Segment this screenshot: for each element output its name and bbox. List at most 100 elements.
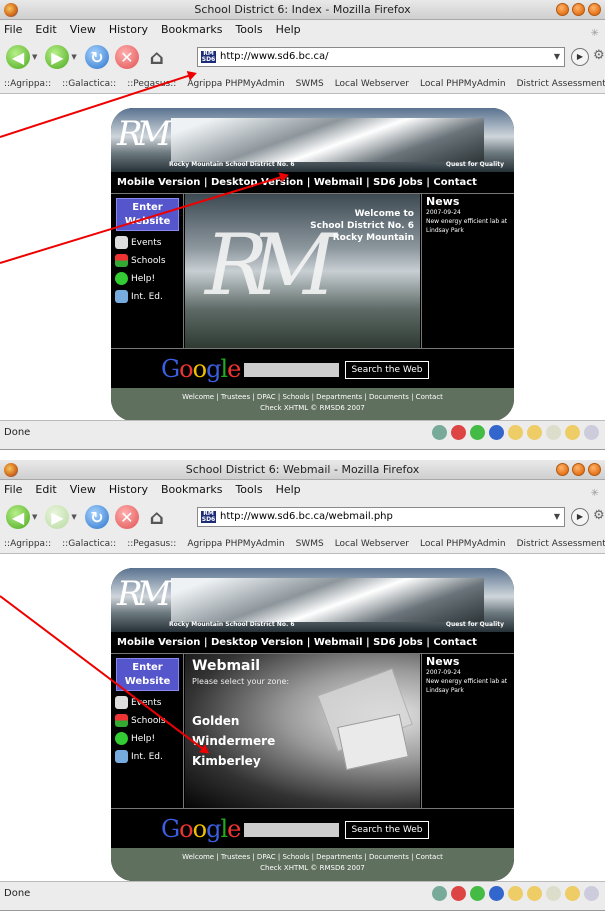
menu-bookmarks[interactable]: Bookmarks bbox=[161, 480, 222, 500]
forward-button[interactable]: ▶ bbox=[45, 45, 70, 69]
menu-bookmarks[interactable]: Bookmarks bbox=[161, 20, 222, 40]
back-dropdown-icon[interactable]: ▼ bbox=[32, 53, 37, 61]
home-button[interactable]: ⌂ bbox=[145, 45, 169, 69]
forward-dropdown-icon[interactable]: ▼ bbox=[71, 513, 76, 521]
site-top-nav[interactable]: Mobile Version | Desktop Version | Webma… bbox=[111, 172, 514, 194]
bookmark-item[interactable]: District Assessment bbox=[517, 534, 605, 553]
reload-button[interactable]: ↻ bbox=[84, 505, 109, 529]
menu-tools[interactable]: Tools bbox=[235, 480, 262, 500]
bookmark-item[interactable]: Local Webserver bbox=[335, 74, 409, 93]
stop-button[interactable]: ✕ bbox=[114, 505, 139, 529]
bookmark-item[interactable]: ::Pegasus:: bbox=[127, 534, 176, 553]
menu-history[interactable]: History bbox=[109, 20, 148, 40]
home-button[interactable]: ⌂ bbox=[145, 505, 169, 529]
sidebar-item-inted[interactable]: Int. Ed. bbox=[115, 750, 163, 763]
menu-view[interactable]: View bbox=[70, 480, 96, 500]
sidebar-item-help[interactable]: Help! bbox=[115, 732, 155, 745]
bookmark-item[interactable]: ::Pegasus:: bbox=[127, 74, 176, 93]
maximize-button[interactable] bbox=[572, 463, 585, 476]
rm-logo[interactable]: RM bbox=[117, 114, 171, 154]
back-button[interactable]: ◀ bbox=[6, 505, 30, 529]
bookmark-item[interactable]: ::Agrippa:: bbox=[4, 74, 51, 93]
bookmark-item[interactable]: ::Galactica:: bbox=[62, 534, 116, 553]
forward-button[interactable]: ▶ bbox=[45, 505, 70, 529]
addon-icon[interactable] bbox=[489, 425, 504, 440]
menu-file[interactable]: File bbox=[4, 480, 22, 500]
menu-help[interactable]: Help bbox=[276, 20, 301, 40]
enter-website-button[interactable]: Enter Website bbox=[116, 198, 179, 231]
rm-logo[interactable]: RM bbox=[117, 574, 171, 614]
footer-links[interactable]: Welcome | Trustees | DPAC | Schools | De… bbox=[111, 392, 514, 403]
menu-history[interactable]: History bbox=[109, 480, 148, 500]
addon-icon[interactable] bbox=[470, 425, 485, 440]
weather-icon[interactable] bbox=[546, 425, 561, 440]
url-dropdown-icon[interactable]: ▼ bbox=[554, 508, 560, 526]
weather-icon[interactable] bbox=[508, 425, 523, 440]
addon-icon[interactable] bbox=[432, 425, 447, 440]
sidebar-item-events[interactable]: Events bbox=[115, 236, 161, 249]
zone-link-golden[interactable]: Golden bbox=[192, 714, 239, 728]
gear-icon[interactable]: ⚙ bbox=[593, 508, 605, 523]
enter-website-button[interactable]: Enter Website bbox=[116, 658, 179, 691]
bookmark-item[interactable]: Local PHPMyAdmin bbox=[420, 74, 506, 93]
bookmark-item[interactable]: Agrippa PHPMyAdmin bbox=[187, 74, 284, 93]
menu-tools[interactable]: Tools bbox=[235, 20, 262, 40]
go-button[interactable]: ▶ bbox=[571, 48, 589, 66]
footer-check[interactable]: Check XHTML © RMSD6 2007 bbox=[111, 403, 514, 414]
weather-icon[interactable] bbox=[565, 886, 580, 901]
search-web-button[interactable]: Search the Web bbox=[345, 361, 429, 379]
bookmark-item[interactable]: ::Galactica:: bbox=[62, 74, 116, 93]
weather-icon[interactable] bbox=[565, 425, 580, 440]
url-dropdown-icon[interactable]: ▼ bbox=[554, 48, 560, 66]
weather-icon[interactable] bbox=[546, 886, 561, 901]
menu-help[interactable]: Help bbox=[276, 480, 301, 500]
close-button[interactable] bbox=[588, 463, 601, 476]
addon-icon[interactable] bbox=[432, 886, 447, 901]
bookmark-item[interactable]: Local PHPMyAdmin bbox=[420, 534, 506, 553]
footer-links[interactable]: Welcome | Trustees | DPAC | Schools | De… bbox=[111, 852, 514, 863]
sidebar-item-help[interactable]: Help! bbox=[115, 272, 155, 285]
bookmark-item[interactable]: SWMS bbox=[296, 534, 324, 553]
news-item[interactable]: New energy efficient lab at Lindsay Park bbox=[426, 217, 510, 235]
forward-dropdown-icon[interactable]: ▼ bbox=[71, 53, 76, 61]
stop-button[interactable]: ✕ bbox=[114, 45, 139, 69]
addon-icon[interactable] bbox=[489, 886, 504, 901]
footer-check[interactable]: Check XHTML © RMSD6 2007 bbox=[111, 863, 514, 874]
menu-edit[interactable]: Edit bbox=[35, 480, 56, 500]
back-button[interactable]: ◀ bbox=[6, 45, 30, 69]
zone-link-kimberley[interactable]: Kimberley bbox=[192, 754, 261, 768]
google-search-input[interactable] bbox=[244, 363, 339, 377]
site-top-nav[interactable]: Mobile Version | Desktop Version | Webma… bbox=[111, 632, 514, 654]
weather-icon[interactable] bbox=[508, 886, 523, 901]
back-dropdown-icon[interactable]: ▼ bbox=[32, 513, 37, 521]
addon-icon[interactable] bbox=[470, 886, 485, 901]
addon-icon[interactable] bbox=[451, 886, 466, 901]
news-item[interactable]: New energy efficient lab at Lindsay Park bbox=[426, 677, 510, 695]
maximize-button[interactable] bbox=[572, 3, 585, 16]
bookmark-item[interactable]: District Assessment bbox=[517, 74, 605, 93]
url-bar[interactable]: RM SD6 http://www.sd6.bc.ca/ ▼ bbox=[197, 47, 565, 67]
minimize-button[interactable] bbox=[556, 3, 569, 16]
reload-button[interactable]: ↻ bbox=[84, 45, 109, 69]
menu-view[interactable]: View bbox=[70, 20, 96, 40]
weather-icon[interactable] bbox=[584, 886, 599, 901]
menu-edit[interactable]: Edit bbox=[35, 20, 56, 40]
gear-icon[interactable]: ⚙ bbox=[593, 48, 605, 63]
addon-icon[interactable] bbox=[451, 425, 466, 440]
weather-icon[interactable] bbox=[527, 886, 542, 901]
go-button[interactable]: ▶ bbox=[571, 508, 589, 526]
sidebar-item-schools[interactable]: Schools bbox=[115, 254, 166, 267]
search-web-button[interactable]: Search the Web bbox=[345, 821, 429, 839]
bookmark-item[interactable]: ::Agrippa:: bbox=[4, 534, 51, 553]
menu-file[interactable]: File bbox=[4, 20, 22, 40]
bookmark-item[interactable]: SWMS bbox=[296, 74, 324, 93]
minimize-button[interactable] bbox=[556, 463, 569, 476]
bookmark-item[interactable]: Agrippa PHPMyAdmin bbox=[187, 534, 284, 553]
sidebar-item-inted[interactable]: Int. Ed. bbox=[115, 290, 163, 303]
weather-icon[interactable] bbox=[584, 425, 599, 440]
close-button[interactable] bbox=[588, 3, 601, 16]
weather-icon[interactable] bbox=[527, 425, 542, 440]
google-search-input[interactable] bbox=[244, 823, 339, 837]
url-bar[interactable]: RM SD6 http://www.sd6.bc.ca/webmail.php ▼ bbox=[197, 507, 565, 527]
bookmark-item[interactable]: Local Webserver bbox=[335, 534, 409, 553]
